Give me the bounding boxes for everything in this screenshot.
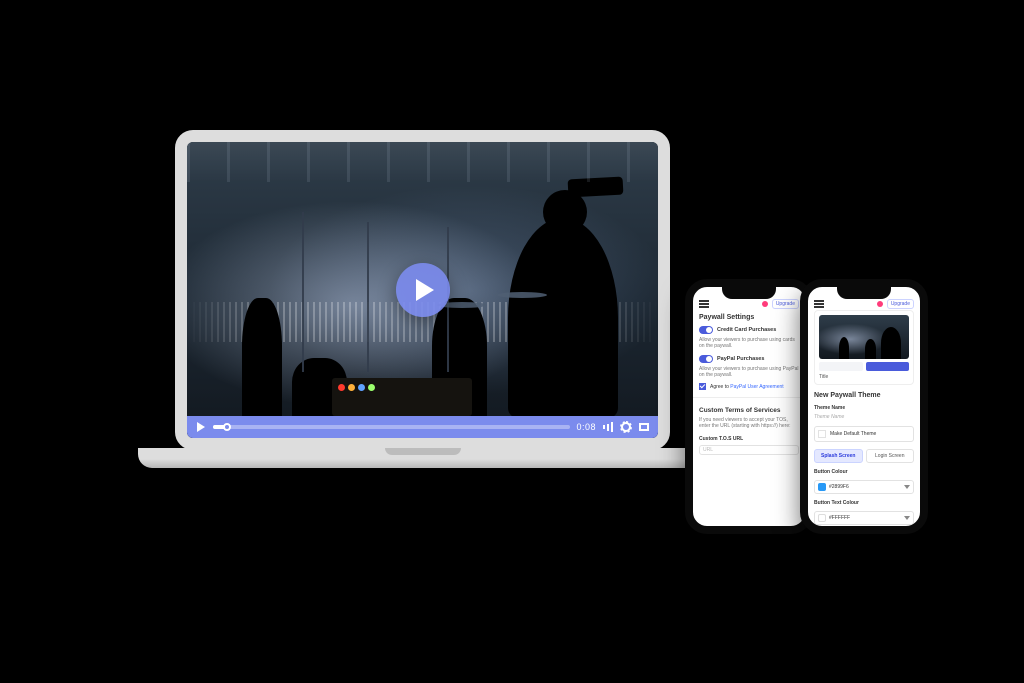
tos-header: Custom Terms of Services: [699, 407, 799, 414]
phone-mockup-settings: Upgrade Paywall Settings Credit Card Pur…: [685, 279, 813, 534]
button-text-colour-label: Button Text Colour: [814, 500, 914, 506]
checkbox-empty-icon: [818, 430, 826, 438]
phone-notch: [837, 287, 891, 299]
paypal-toggle[interactable]: [699, 355, 713, 363]
preview-title-label: Title: [819, 374, 909, 380]
band-silhouette: [242, 298, 282, 418]
button-colour-picker[interactable]: #2899F6: [814, 480, 914, 494]
hamburger-icon[interactable]: [814, 300, 824, 308]
tos-url-label: Custom T.O.S URL: [699, 436, 799, 442]
phone-notch: [722, 287, 776, 299]
notification-dot-icon: [877, 301, 883, 307]
preview-thumbnail: [819, 315, 909, 359]
upgrade-button[interactable]: Upgrade: [887, 299, 914, 309]
video-player: 0:08: [187, 142, 658, 438]
laptop-mockup: 0:08: [175, 130, 670, 468]
tab-splash-screen[interactable]: Splash Screen: [814, 449, 863, 463]
player-controls: 0:08: [187, 416, 658, 438]
button-colour-value: #2899F6: [829, 484, 849, 490]
make-default-row[interactable]: Make Default Theme: [814, 426, 914, 442]
laptop-notch: [385, 448, 461, 455]
play-small-button[interactable]: [195, 421, 207, 433]
volume-button[interactable]: [602, 421, 614, 433]
laptop-base: [138, 448, 708, 468]
cymbal: [497, 292, 547, 298]
button-text-colour-value: #FFFFFF: [829, 515, 850, 521]
agree-prefix: Agree to: [710, 384, 729, 390]
theme-name-input[interactable]: Theme Name: [814, 414, 914, 420]
tos-url-placeholder: URL: [703, 447, 713, 453]
gear-icon: [621, 422, 631, 432]
colour-swatch-icon: [818, 483, 826, 491]
hamburger-icon[interactable]: [699, 300, 709, 308]
play-button[interactable]: [396, 263, 450, 317]
agree-checkbox[interactable]: [699, 383, 706, 390]
mic-stand: [367, 222, 369, 372]
preview-cta-button[interactable]: [866, 362, 910, 371]
laptop-screen: 0:08: [187, 142, 658, 438]
preview-info-slot: [819, 362, 863, 371]
chevron-down-icon: [904, 516, 910, 520]
make-default-label: Make Default Theme: [830, 431, 876, 437]
credit-card-description: Allow your viewers to purchase using car…: [699, 337, 799, 350]
screen-tabs: Splash Screen Login Screen: [814, 449, 914, 463]
mic-stand: [302, 212, 304, 372]
upgrade-button[interactable]: Upgrade: [772, 299, 799, 309]
theme-name-label: Theme Name: [814, 405, 914, 411]
colour-swatch-icon: [818, 514, 826, 522]
stage-amps: [332, 378, 472, 416]
fullscreen-button[interactable]: [638, 421, 650, 433]
paypal-label: PayPal Purchases: [717, 356, 764, 362]
paypal-description: Allow your viewers to purchase using Pay…: [699, 366, 799, 379]
play-icon: [197, 422, 205, 432]
button-text-colour-picker[interactable]: #FFFFFF: [814, 511, 914, 525]
theme-preview-card: Title: [814, 310, 914, 385]
theme-header: New Paywall Theme: [814, 392, 914, 399]
settings-button[interactable]: [620, 421, 632, 433]
tab-login-screen[interactable]: Login Screen: [866, 449, 915, 463]
tos-url-input[interactable]: URL: [699, 445, 799, 455]
chevron-down-icon: [904, 485, 910, 489]
notification-dot-icon: [762, 301, 768, 307]
divider: [693, 397, 805, 398]
page-title: Paywall Settings: [699, 314, 799, 321]
crowd-silhouette: [508, 218, 618, 418]
credit-card-label: Credit Card Purchases: [717, 327, 776, 333]
button-colour-label: Button Colour: [814, 469, 914, 475]
laptop-lid: 0:08: [175, 130, 670, 450]
shadow: [163, 474, 683, 496]
phone-mockup-theme: Upgrade Title New Paywall Theme Theme Na…: [800, 279, 928, 534]
elapsed-time: 0:08: [576, 422, 596, 432]
credit-card-toggle[interactable]: [699, 326, 713, 334]
seek-knob[interactable]: [223, 423, 231, 431]
seek-bar[interactable]: [213, 425, 570, 429]
play-icon: [416, 279, 434, 301]
tos-description: If you need viewers to accept your TOS, …: [699, 417, 799, 430]
paypal-agreement-link[interactable]: PayPal User Agreement: [730, 384, 783, 390]
fullscreen-icon: [639, 423, 649, 431]
